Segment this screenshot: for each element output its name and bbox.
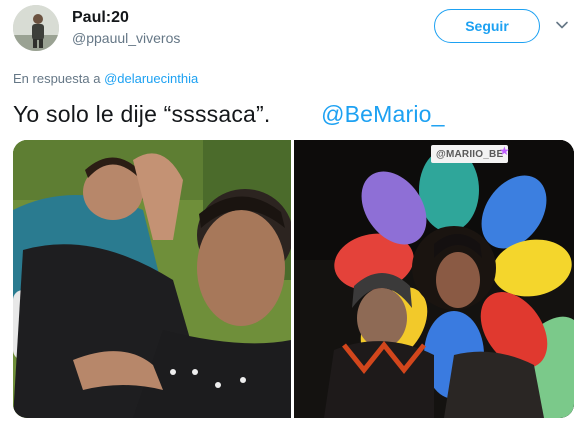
photo-selfie-grass[interactable] xyxy=(13,140,291,418)
author-handle[interactable]: @ppauul_viveros xyxy=(72,30,180,46)
star-icon: ★ xyxy=(499,144,510,158)
photo-flower-frame[interactable]: @MARIIO_BE ★ xyxy=(294,140,574,418)
author-display-name[interactable]: Paul:20 xyxy=(72,9,129,27)
author-avatar[interactable] xyxy=(13,5,59,51)
tweet-body: Yo solo le dije “ssssaca”. xyxy=(13,101,271,127)
tweet-mention-link[interactable]: @BeMario_ xyxy=(321,101,445,127)
tweet-text: Yo solo le dije “ssssaca”. @BeMario_ xyxy=(13,98,445,130)
chevron-down-icon[interactable] xyxy=(555,18,569,32)
follow-button[interactable]: Seguir xyxy=(434,9,540,43)
reply-mention-link[interactable]: @delaruecinthia xyxy=(104,71,198,86)
reply-prefix: En respuesta a xyxy=(13,71,101,86)
media-grid: @MARIIO_BE ★ xyxy=(13,140,574,418)
reply-context: En respuesta a @delaruecinthia xyxy=(13,71,198,86)
instagram-mention-tag: @MARIIO_BE xyxy=(431,145,509,163)
tweet: Paul:20 @ppauul_viveros Seguir En respue… xyxy=(0,0,588,428)
